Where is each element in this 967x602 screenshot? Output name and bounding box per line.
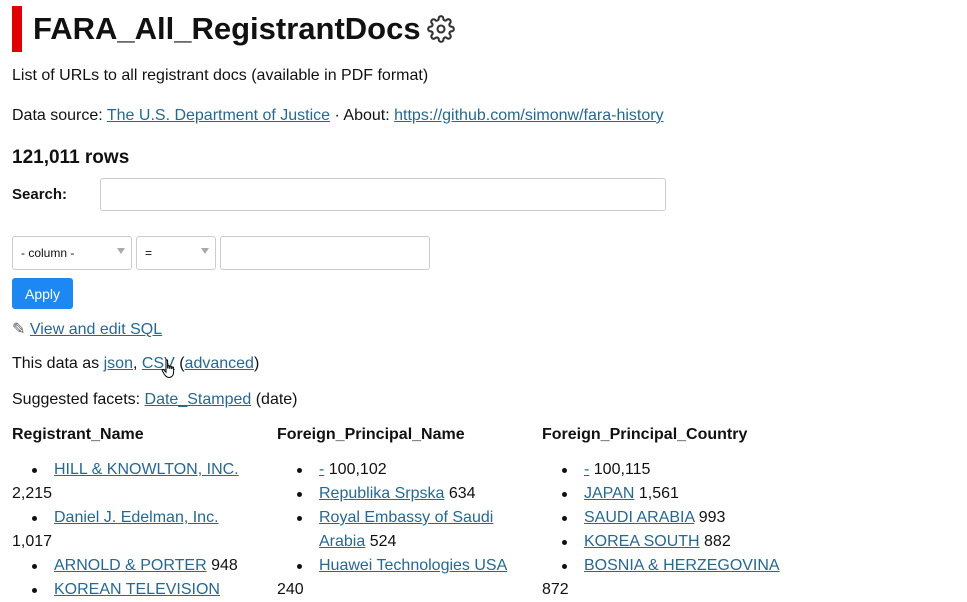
facet-item: Daniel J. Edelman, Inc. 1,017 (12, 506, 267, 554)
facet-foreign-principal-name: Foreign_Principal_Name - 100,102 Republi… (277, 426, 517, 602)
facet-item-link[interactable]: KOREA SOUTH (584, 533, 700, 550)
row-count: 121,011 rows (12, 147, 130, 168)
suggested-facets-line: Suggested facets: Date_Stamped (date) (12, 391, 298, 409)
facet-item: SAUDI ARABIA 993 (542, 506, 802, 530)
data-source-link[interactable]: The U.S. Department of Justice (107, 107, 330, 124)
facet-item-count: 100,102 (328, 461, 387, 478)
facet-item-count: 634 (448, 485, 476, 502)
export-prefix: This data as (12, 355, 104, 372)
data-source-line: Data source: The U.S. Department of Just… (12, 107, 664, 125)
operator-select-value: = (145, 246, 153, 260)
facet-item: HILL & KNOWLTON, INC. 2,215 (12, 458, 267, 506)
export-line: This data as json, CSV (advanced) (12, 355, 259, 373)
export-close-paren: ) (253, 355, 260, 372)
facet-item-link[interactable]: SAUDI ARABIA (584, 509, 694, 526)
facet-item-link[interactable]: HILL & KNOWLTON, INC. (54, 461, 239, 478)
facet-item-link[interactable]: Huawei Technologies USA (319, 557, 507, 574)
facet-title: Registrant_Name (12, 426, 144, 443)
about-link[interactable]: https://github.com/simonw/fara-history (394, 107, 663, 124)
export-json-link[interactable]: json (104, 355, 133, 372)
apply-button[interactable]: Apply (12, 278, 73, 309)
facet-item-count: 993 (698, 509, 726, 526)
facet-item: Huawei Technologies USA 240 (277, 554, 517, 602)
search-input[interactable] (100, 178, 666, 211)
facet-item-count: 2,215 (12, 485, 53, 502)
gear-icon[interactable] (426, 15, 455, 43)
facet-item-count: 240 (277, 581, 304, 598)
facet-item: ARNOLD & PORTER 948 (12, 554, 267, 578)
facet-item-link[interactable]: JAPAN (584, 485, 634, 502)
page-title: FARA_All_RegistrantDocs (33, 11, 421, 46)
suggested-facets-prefix: Suggested facets: (12, 391, 145, 408)
data-source-prefix: Data source: (12, 107, 107, 124)
hand-cursor-icon (161, 359, 175, 379)
facet-item-link[interactable]: Daniel J. Edelman, Inc. (54, 509, 219, 526)
facet-item-link[interactable]: - (319, 461, 324, 478)
facet-item-link[interactable]: KOREAN TELEVISION (54, 581, 220, 598)
facet-item-link[interactable]: - (584, 461, 589, 478)
facet-item: KOREAN TELEVISION (12, 578, 267, 602)
suggested-facet-date-stamped[interactable]: Date_Stamped (145, 391, 252, 408)
facet-item-link[interactable]: ARNOLD & PORTER (54, 557, 207, 574)
facet-item-count: 948 (211, 557, 238, 574)
export-advanced-link[interactable]: advanced (185, 355, 254, 372)
column-select-value: - column - (21, 246, 75, 260)
title-accent-bar (12, 6, 22, 52)
facet-item-link[interactable]: BOSNIA & HERZEGOVINA (584, 557, 780, 574)
export-sep: , (132, 355, 142, 372)
column-select[interactable]: - column - (12, 236, 132, 270)
facet-item-count: 100,115 (593, 461, 651, 478)
facet-item-count: 524 (369, 533, 397, 550)
facet-item-count: 1,561 (638, 485, 679, 502)
facet-item: BOSNIA & HERZEGOVINA 872 (542, 554, 802, 602)
facet-item-link[interactable]: Royal Embassy of Saudi Arabia (319, 509, 493, 550)
facet-item-link[interactable]: Republika Srpska (319, 485, 444, 502)
about-prefix: · About: (330, 107, 395, 124)
facet-item: KOREA SOUTH 882 (542, 530, 802, 554)
filter-value-input[interactable] (220, 236, 430, 270)
facet-item-count: 872 (542, 581, 569, 598)
facet-item-count: 1,017 (12, 533, 53, 550)
facet-item: Royal Embassy of Saudi Arabia 524 (277, 506, 517, 554)
facet-registrant-name: Registrant_Name HILL & KNOWLTON, INC. 2,2… (12, 426, 267, 602)
view-edit-sql-link[interactable]: View and edit SQL (30, 321, 162, 338)
operator-select[interactable]: = (136, 236, 216, 270)
facet-item: - 100,102 (277, 458, 517, 482)
facet-title: Foreign_Principal_Name (277, 426, 465, 443)
facet-item: JAPAN 1,561 (542, 482, 802, 506)
facet-item: - 100,115 (542, 458, 802, 482)
search-label: Search: (12, 186, 68, 203)
sql-link-line: ✎ View and edit SQL (12, 319, 162, 339)
page-description: List of URLs to all registrant docs (ava… (12, 67, 429, 84)
chevron-down-icon (201, 248, 209, 254)
facet-foreign-principal-country: Foreign_Principal_Country - 100,115 JAPA… (542, 426, 802, 602)
pencil-icon: ✎ (12, 321, 26, 338)
facet-title: Foreign_Principal_Country (542, 426, 748, 443)
facet-item: Republika Srpska 634 (277, 482, 517, 506)
chevron-down-icon (117, 248, 125, 254)
page-header: FARA_All_RegistrantDocs (12, 6, 455, 52)
facet-item-count: 882 (704, 533, 731, 550)
suggested-facets-suffix: (date) (251, 391, 298, 408)
